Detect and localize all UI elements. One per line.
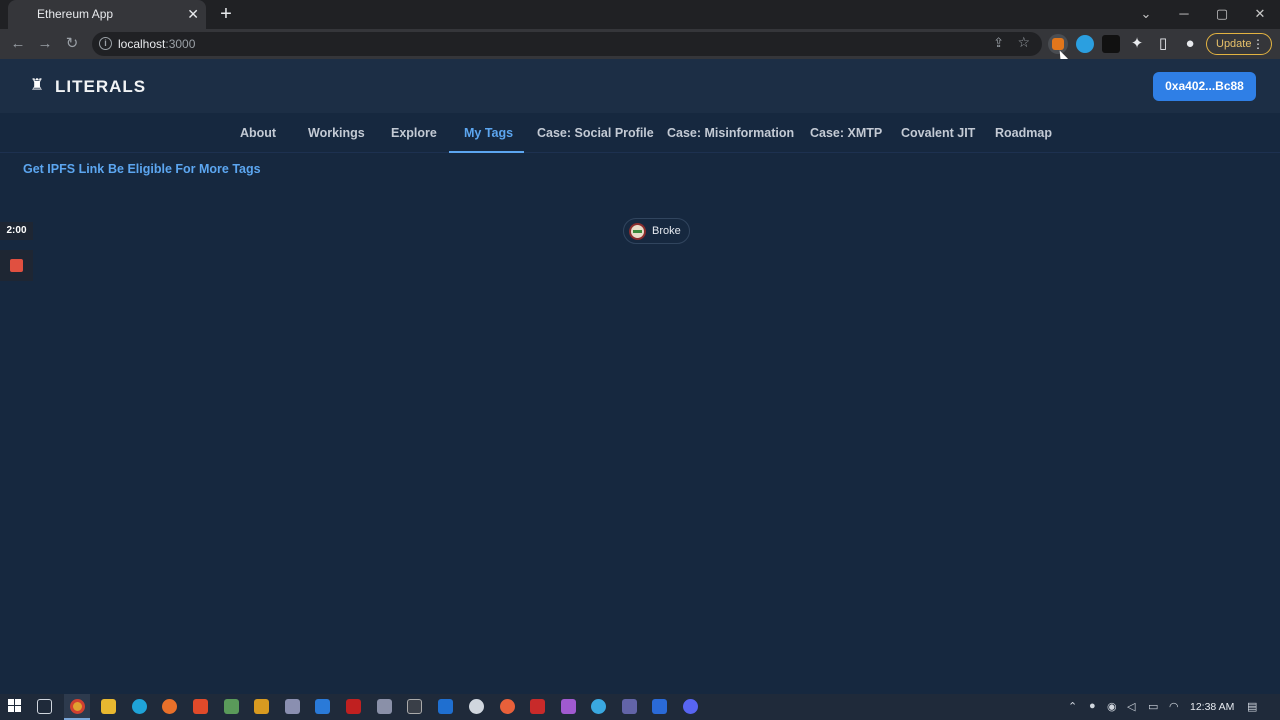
info-icon[interactable]: i bbox=[99, 37, 112, 50]
nav-explore[interactable]: Explore bbox=[391, 126, 437, 140]
address-bar[interactable]: i localhost:3000 ⇪ ☆ bbox=[92, 32, 1042, 56]
share-icon[interactable]: ⇪ bbox=[993, 35, 1004, 51]
os-taskbar: ⌃ ● ◉ ◁ ▭ ◠ 12:38 AM ▤ bbox=[0, 694, 1280, 720]
update-button[interactable]: Update ⋮ bbox=[1206, 33, 1272, 55]
battery-icon[interactable]: ▭ bbox=[1148, 700, 1158, 713]
reload-icon[interactable]: ↻ bbox=[61, 33, 83, 55]
firefox-icon[interactable] bbox=[162, 699, 177, 714]
extensions-puzzle-icon[interactable]: ✦ bbox=[1126, 33, 1148, 55]
side-panel-icon[interactable]: ▯ bbox=[1152, 33, 1174, 55]
chrome-taskbar-icon[interactable] bbox=[70, 699, 85, 714]
nav-about[interactable]: About bbox=[240, 126, 276, 140]
more-icon: ⋮ bbox=[1252, 37, 1264, 51]
filezilla-icon[interactable] bbox=[346, 699, 361, 714]
get-ipfs-link[interactable]: Get IPFS Link bbox=[23, 162, 104, 176]
close-window-button[interactable]: ✕ bbox=[1246, 4, 1274, 24]
brave-icon[interactable] bbox=[193, 699, 208, 714]
forward-icon[interactable]: → bbox=[34, 33, 56, 55]
app-icon-2[interactable] bbox=[285, 699, 300, 714]
task-view-icon[interactable] bbox=[37, 699, 52, 714]
main-nav: About Workings Explore My Tags Case: Soc… bbox=[0, 113, 1280, 153]
app-icon-1[interactable] bbox=[224, 699, 239, 714]
pen-logo-icon: ♜ bbox=[30, 77, 45, 94]
app-icon-6[interactable] bbox=[591, 699, 606, 714]
bookmark-star-icon[interactable]: ☆ bbox=[1017, 34, 1030, 51]
profile-icon[interactable]: ● bbox=[1179, 33, 1201, 55]
app-logo-text[interactable]: LITERALS bbox=[55, 77, 146, 97]
app-icon-7[interactable] bbox=[652, 699, 667, 714]
minimize-button[interactable]: ─ bbox=[1170, 4, 1198, 24]
notifications-icon[interactable]: ▤ bbox=[1247, 700, 1257, 713]
wifi-icon[interactable]: ◠ bbox=[1169, 700, 1179, 713]
tab-search-icon[interactable]: ⌄ bbox=[1132, 4, 1160, 24]
wallet-address-button[interactable]: 0xa402...Bc88 bbox=[1153, 72, 1256, 101]
nav-workings[interactable]: Workings bbox=[308, 126, 365, 140]
tag-chip[interactable]: Broke bbox=[623, 218, 690, 244]
outlook-icon[interactable] bbox=[438, 699, 453, 714]
teams-icon[interactable] bbox=[622, 699, 637, 714]
app-header: ♜ LITERALS 0xa402...Bc88 bbox=[0, 59, 1280, 113]
tray-chevron-icon[interactable]: ⌃ bbox=[1068, 700, 1077, 713]
extension-wallet-icon[interactable] bbox=[1102, 35, 1120, 53]
discord-tray-icon[interactable]: ◉ bbox=[1107, 700, 1117, 713]
url-text: localhost:3000 bbox=[118, 37, 196, 51]
new-tab-button[interactable]: + bbox=[216, 3, 236, 25]
active-tab-indicator bbox=[449, 151, 524, 153]
maximize-button[interactable]: ▢ bbox=[1208, 4, 1236, 24]
volume-icon[interactable]: ◁ bbox=[1127, 700, 1135, 713]
stop-recording-button[interactable] bbox=[0, 250, 33, 281]
system-clock[interactable]: 12:38 AM bbox=[1190, 701, 1234, 713]
app-icon-5[interactable] bbox=[530, 699, 545, 714]
nav-case-misinformation[interactable]: Case: Misinformation bbox=[667, 126, 794, 140]
recording-timer: 2:00 bbox=[0, 222, 33, 240]
browser-toolbar: ← → ↻ i localhost:3000 ⇪ ☆ ✦ ▯ ● Update … bbox=[0, 29, 1280, 59]
app-icon-3[interactable] bbox=[377, 699, 392, 714]
stop-icon bbox=[10, 259, 23, 272]
browser-tab-bar: Ethereum App ✕ + ⌄ ─ ▢ ✕ bbox=[0, 0, 1280, 29]
browser-tab[interactable]: Ethereum App ✕ bbox=[8, 0, 206, 29]
tab-title: Ethereum App bbox=[37, 7, 114, 21]
eligible-more-tags-link[interactable]: Be Eligible For More Tags bbox=[108, 162, 261, 176]
figma-icon[interactable] bbox=[561, 699, 576, 714]
broke-badge-icon bbox=[629, 223, 646, 240]
file-explorer-icon[interactable] bbox=[101, 699, 116, 714]
vscode-icon[interactable] bbox=[315, 699, 330, 714]
terminal-icon[interactable] bbox=[407, 699, 422, 714]
edge-icon[interactable] bbox=[132, 699, 147, 714]
sublime-icon[interactable] bbox=[254, 699, 269, 714]
nav-case-xmtp[interactable]: Case: XMTP bbox=[810, 126, 882, 140]
postman-icon[interactable] bbox=[500, 699, 515, 714]
windows-start-icon[interactable] bbox=[8, 699, 23, 714]
nav-covalent-jit[interactable]: Covalent JIT bbox=[901, 126, 975, 140]
extension-circle-icon[interactable] bbox=[1076, 35, 1094, 53]
nav-case-social-profile[interactable]: Case: Social Profile bbox=[537, 126, 654, 140]
back-icon[interactable]: ← bbox=[7, 33, 29, 55]
microphone-icon[interactable]: ● bbox=[1089, 700, 1096, 712]
tag-label: Broke bbox=[652, 225, 681, 237]
nav-my-tags[interactable]: My Tags bbox=[464, 126, 513, 140]
close-tab-icon[interactable]: ✕ bbox=[187, 5, 199, 23]
discord-icon[interactable] bbox=[683, 699, 698, 714]
nav-roadmap[interactable]: Roadmap bbox=[995, 126, 1052, 140]
app-icon-4[interactable] bbox=[469, 699, 484, 714]
